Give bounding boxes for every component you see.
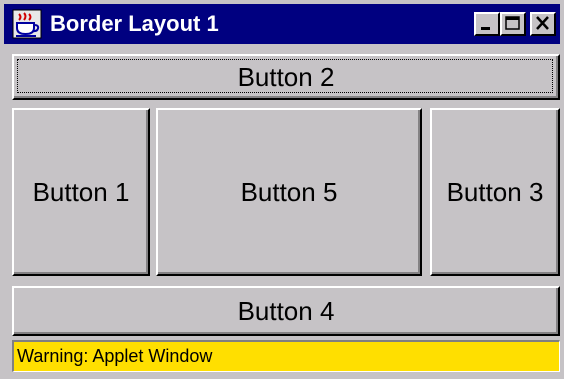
north-button[interactable]: Button 2 xyxy=(12,54,560,100)
applet-window: Border Layout 1 Button 2 Button 1 Button… xyxy=(0,0,564,379)
maximize-button[interactable] xyxy=(500,12,526,36)
west-button[interactable]: Button 1 xyxy=(12,108,150,276)
south-button-label: Button 4 xyxy=(237,295,335,326)
applet-warning-banner: Warning: Applet Window xyxy=(12,340,560,372)
south-button[interactable]: Button 4 xyxy=(12,286,560,336)
minimize-button[interactable] xyxy=(474,12,500,36)
east-button[interactable]: Button 3 xyxy=(430,108,560,276)
title-bar[interactable]: Border Layout 1 xyxy=(4,4,560,44)
close-icon xyxy=(536,16,549,30)
java-coffee-cup-icon[interactable] xyxy=(12,9,42,39)
center-button-label: Button 5 xyxy=(240,176,338,207)
maximize-icon xyxy=(505,16,520,30)
minimize-icon xyxy=(481,27,490,30)
center-button[interactable]: Button 5 xyxy=(156,108,422,276)
east-button-label: Button 3 xyxy=(446,176,544,207)
window-title: Border Layout 1 xyxy=(50,11,219,36)
west-button-label: Button 1 xyxy=(32,176,130,207)
close-button[interactable] xyxy=(530,12,556,36)
north-button-label: Button 2 xyxy=(237,61,335,92)
